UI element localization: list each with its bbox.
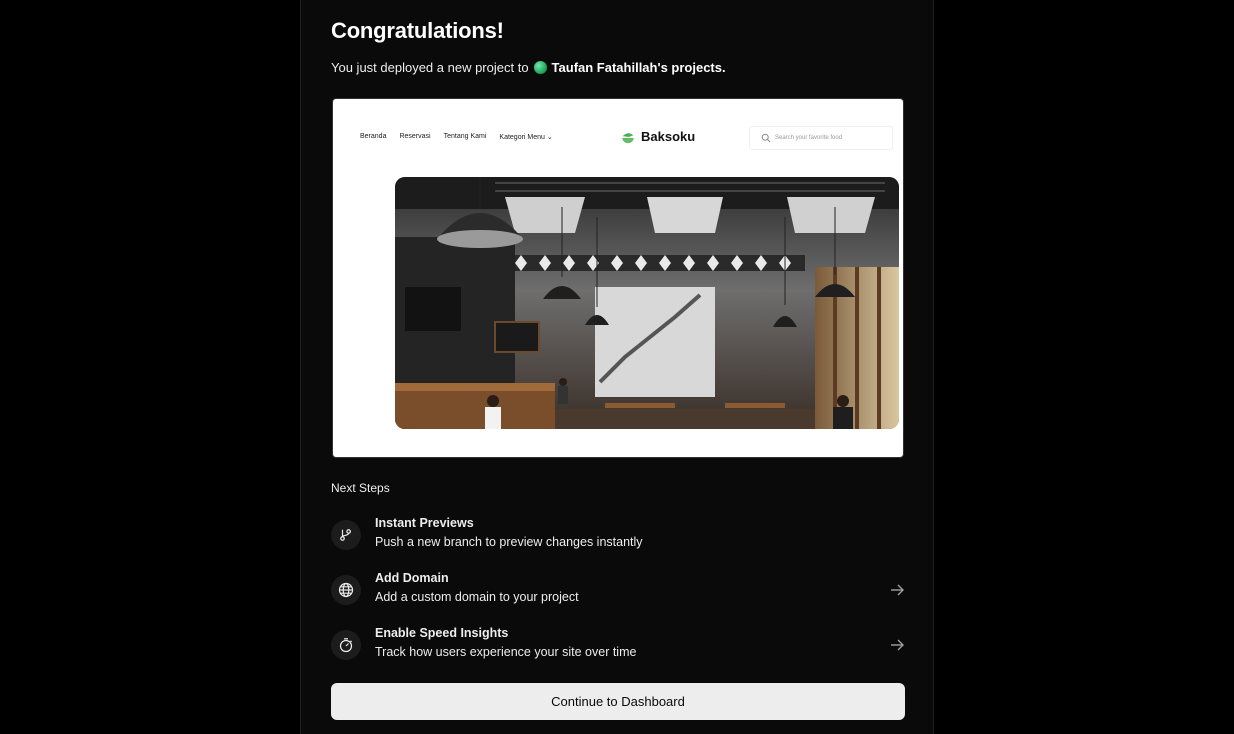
next-steps-heading: Next Steps bbox=[331, 481, 390, 495]
team-name[interactable]: Taufan Fatahillah's projects. bbox=[552, 60, 726, 75]
team-avatar bbox=[533, 61, 547, 74]
arrow-right-icon[interactable] bbox=[889, 582, 905, 598]
step-title: Enable Speed Insights bbox=[375, 626, 509, 640]
next-step-speed-insights[interactable]: Enable Speed Insights Track how users ex… bbox=[331, 623, 905, 667]
preview-search-placeholder: Search your favorite food bbox=[775, 135, 843, 141]
chevron-down-icon: ⌄ bbox=[546, 134, 553, 141]
step-title: Add Domain bbox=[375, 571, 449, 585]
page-title: Congratulations! bbox=[331, 18, 504, 43]
preview-hero-image bbox=[395, 177, 899, 429]
preview-nav-item: Beranda bbox=[360, 133, 387, 140]
preview-nav-item: Kategori Menu ⌄ bbox=[499, 134, 553, 141]
globe-icon bbox=[331, 575, 361, 605]
preview-brand-name: Baksoku bbox=[641, 129, 696, 144]
preview-brand: Baksoku bbox=[621, 129, 695, 144]
preview-nav-item: Reservasi bbox=[399, 133, 431, 140]
preview-site-nav: Beranda Reservasi Tentang Kami Kategori … bbox=[360, 133, 553, 141]
preview-search-box: Search your favorite food bbox=[749, 126, 893, 150]
continue-to-dashboard-button[interactable]: Continue to Dashboard bbox=[331, 683, 905, 720]
step-description: Add a custom domain to your project bbox=[375, 590, 579, 604]
arrow-right-icon[interactable] bbox=[889, 637, 905, 653]
deploy-subtitle: You just deployed a new project to Taufa… bbox=[331, 60, 726, 75]
deployment-success-panel: Congratulations! You just deployed a new… bbox=[300, 0, 934, 734]
git-branch-icon bbox=[331, 520, 361, 550]
step-description: Push a new branch to preview changes ins… bbox=[375, 535, 643, 549]
stopwatch-icon bbox=[331, 630, 361, 660]
bowl-logo-icon bbox=[622, 132, 634, 143]
preview-nav-item: Tentang Kami bbox=[443, 133, 487, 140]
search-icon bbox=[761, 133, 771, 143]
next-step-add-domain[interactable]: Add Domain Add a custom domain to your p… bbox=[331, 568, 905, 612]
deployment-preview[interactable]: Beranda Reservasi Tentang Kami Kategori … bbox=[332, 98, 904, 458]
subtitle-prefix: You just deployed a new project to bbox=[331, 60, 529, 75]
next-step-instant-previews[interactable]: Instant Previews Push a new branch to pr… bbox=[331, 513, 905, 557]
step-title: Instant Previews bbox=[375, 516, 474, 530]
step-description: Track how users experience your site ove… bbox=[375, 645, 637, 659]
